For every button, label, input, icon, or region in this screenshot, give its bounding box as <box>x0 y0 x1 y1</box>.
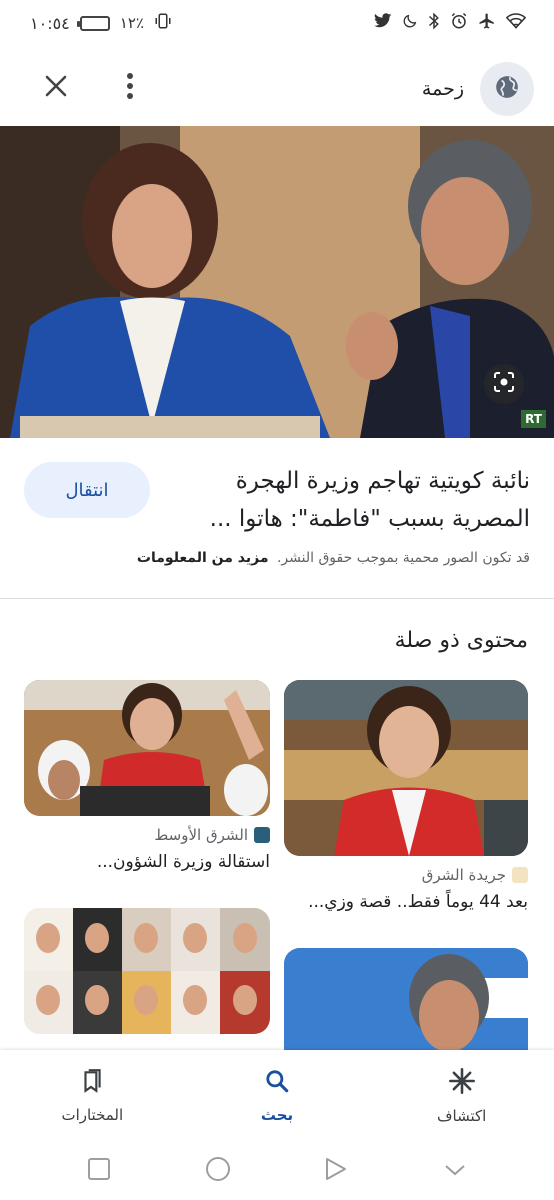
hero-photo <box>0 126 554 438</box>
source-favicon <box>480 62 534 116</box>
lens-search-button[interactable] <box>484 364 524 404</box>
related-card-3[interactable] <box>284 948 528 1050</box>
status-right-group <box>374 11 527 35</box>
copyright-notice: قد تكون الصور محمية بموجب حقوق النشر. مز… <box>137 550 530 566</box>
battery-icon <box>76 15 110 31</box>
hide-nav-button[interactable] <box>435 1151 475 1191</box>
related-card-2-caption: استقالة وزيرة الشؤون... <box>96 852 270 872</box>
source-favicon-icon <box>254 827 270 843</box>
nav-discover-label: اكتشاف <box>436 1107 487 1125</box>
nav-collections-label: المختارات <box>61 1106 124 1124</box>
chevron-down-icon <box>444 1162 466 1181</box>
related-card-4[interactable] <box>24 908 270 1034</box>
wifi-icon <box>505 12 527 34</box>
related-card-2-source: الشرق الأوسط <box>24 826 270 844</box>
system-navigation <box>0 1142 554 1200</box>
vibrate-icon <box>154 12 172 34</box>
visit-button[interactable]: انتقال <box>24 462 150 518</box>
related-card-2-source-name: الشرق الأوسط <box>154 826 248 844</box>
nav-collections[interactable]: المختارات <box>17 1068 167 1124</box>
related-card-1-source: جريدة الشرق <box>284 866 528 884</box>
airplane-icon <box>478 12 496 35</box>
related-card-3-image <box>284 948 528 1050</box>
source-favicon-icon <box>512 867 528 883</box>
search-icon <box>264 1068 290 1098</box>
source-name: زحمة <box>421 78 464 100</box>
back-button[interactable] <box>316 1151 356 1191</box>
related-card-2[interactable]: الشرق الأوسط استقالة وزيرة الشؤون... <box>24 680 270 872</box>
related-card-1-caption: بعد 44 يوماً فقط.. قصة وزي... <box>308 892 528 912</box>
bottom-navigation: المختارات بحث اكتشاف <box>0 1050 554 1142</box>
recents-button[interactable] <box>79 1151 119 1191</box>
status-left-group: ١٠:٥٤ ١٢٪ <box>30 12 172 34</box>
moon-icon <box>402 13 418 34</box>
related-content-heading: محتوى ذو صلة <box>394 628 528 653</box>
discover-icon <box>448 1067 476 1099</box>
bluetooth-icon <box>428 11 440 35</box>
article-title[interactable]: نائبة كويتية تهاجم وزيرة الهجرة المصرية … <box>200 462 530 538</box>
copyright-text: قد تكون الصور محمية بموجب حقوق النشر. <box>276 550 530 566</box>
related-card-2-image <box>24 680 270 816</box>
bookmarks-icon <box>79 1068 105 1098</box>
close-button[interactable] <box>36 68 76 108</box>
hero-image[interactable]: RT <box>0 126 554 438</box>
circle-icon <box>205 1156 231 1186</box>
more-info-link[interactable]: مزيد من المعلومات <box>137 550 269 566</box>
source-chip[interactable]: زحمة <box>422 62 534 116</box>
battery-percent: ١٢٪ <box>119 14 144 32</box>
nav-discover[interactable]: اكتشاف <box>387 1067 537 1125</box>
status-bar: ١٠:٥٤ ١٢٪ <box>0 0 554 46</box>
related-card-1[interactable]: جريدة الشرق بعد 44 يوماً فقط.. قصة وزي..… <box>284 680 528 912</box>
divider <box>0 598 554 599</box>
status-time: ١٠:٥٤ <box>30 13 70 33</box>
square-icon <box>88 1158 111 1184</box>
nav-search[interactable]: بحث <box>202 1068 352 1124</box>
more-options-button[interactable] <box>112 68 148 108</box>
triangle-icon <box>325 1157 347 1185</box>
globe-icon <box>494 74 520 104</box>
twitter-icon <box>374 12 392 34</box>
related-card-1-image <box>284 680 528 856</box>
close-icon <box>44 74 68 102</box>
home-button[interactable] <box>198 1151 238 1191</box>
lens-icon <box>492 370 516 398</box>
related-card-1-source-name: جريدة الشرق <box>421 866 506 884</box>
rt-watermark: RT <box>521 410 546 428</box>
related-card-4-image <box>24 908 270 1034</box>
more-vert-icon <box>126 72 134 104</box>
article-info: نائبة كويتية تهاجم وزيرة الهجرة المصرية … <box>0 438 554 598</box>
alarm-icon <box>450 12 468 35</box>
nav-search-label: بحث <box>260 1106 294 1124</box>
top-bar: زحمة <box>0 56 554 118</box>
